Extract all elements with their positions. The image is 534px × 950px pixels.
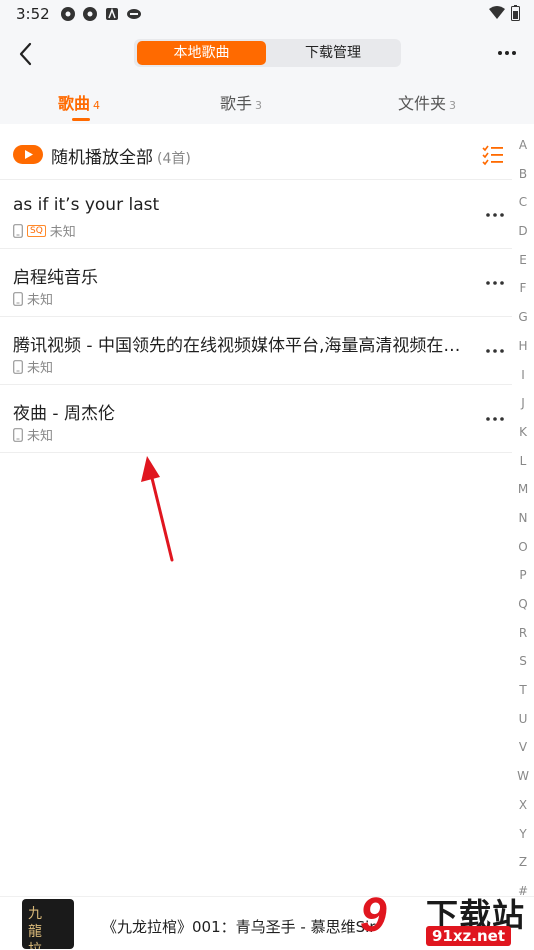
phone-icon [13, 291, 23, 306]
alphabet-index-letter[interactable]: A [512, 136, 534, 165]
song-meta: 未知 [13, 357, 53, 376]
segment-local-songs[interactable]: 本地歌曲 [137, 41, 266, 65]
status-time: 3:52 [16, 5, 50, 23]
shuffle-play-all-label: 随机播放全部 [51, 148, 153, 168]
tab-songs[interactable]: 歌曲 4 [58, 90, 100, 114]
now-playing-title: 《九龙拉棺》001：青乌圣手 - 慕思维Sir [102, 918, 376, 936]
alphabet-index-letter[interactable]: G [512, 308, 534, 337]
alphabet-index-letter[interactable]: N [512, 509, 534, 538]
song-more-icon[interactable] [484, 411, 506, 427]
alphabet-index-letter[interactable]: F [512, 279, 534, 308]
battery-icon [511, 5, 520, 21]
notification-icons [60, 6, 142, 22]
active-tab-indicator [72, 118, 90, 121]
song-title: as if it’s your last [13, 195, 160, 215]
alphabet-index-letter[interactable]: R [512, 624, 534, 653]
more-options-icon[interactable] [496, 42, 518, 64]
app-notification-icon [127, 9, 141, 19]
shuffle-play-all-button[interactable]: 随机播放全部 (4首) [51, 143, 191, 168]
song-total-count: (4首) [157, 151, 191, 167]
song-artist: 未知 [27, 361, 54, 376]
song-meta: 未知 [13, 425, 53, 444]
alphabet-index-letter[interactable]: E [512, 251, 534, 280]
phone-icon [13, 359, 23, 374]
alphabet-index-letter[interactable]: V [512, 738, 534, 767]
alphabet-index-letter[interactable]: X [512, 796, 534, 825]
segment-download-manager[interactable]: 下载管理 [268, 41, 398, 65]
tab-folders-label: 文件夹 [398, 94, 447, 113]
song-title: 启程纯音乐 [13, 268, 98, 288]
header: 本地歌曲 下载管理 歌曲 4 歌手 3 文件夹 3 [0, 28, 534, 124]
alphabet-index-letter[interactable]: I [512, 366, 534, 395]
play-icon[interactable] [13, 145, 43, 164]
back-arrow-icon[interactable] [14, 40, 38, 68]
album-cover[interactable]: 九龍拉棺 [22, 899, 74, 949]
song-row[interactable]: 腾讯视频 - 中国领先的在线视频媒体平台,海量高清视频在线观看 未知 [0, 317, 512, 385]
alphabet-index-letter[interactable]: C [512, 193, 534, 222]
tab-folders-count: 3 [449, 99, 457, 112]
status-bar: 3:52 [0, 0, 534, 28]
alphabet-index-letter[interactable]: J [512, 394, 534, 423]
alphabet-index-letter[interactable]: O [512, 538, 534, 567]
song-more-icon[interactable] [484, 275, 506, 291]
alphabet-index-letter[interactable]: K [512, 423, 534, 452]
song-title: 腾讯视频 - 中国领先的在线视频媒体平台,海量高清视频在线观看 [13, 336, 473, 356]
alphabet-index-letter[interactable]: P [512, 566, 534, 595]
alphabet-index-letter[interactable]: Q [512, 595, 534, 624]
alphabet-index-letter[interactable]: U [512, 710, 534, 739]
alphabet-index-letter[interactable]: B [512, 165, 534, 194]
alphabet-index-letter[interactable]: M [512, 480, 534, 509]
alphabet-index-letter[interactable]: H [512, 337, 534, 366]
watermark-domain: 91xz.net [426, 926, 512, 946]
song-meta: 未知 [13, 289, 53, 308]
cover-art-text: 九龍拉棺 [28, 906, 42, 949]
alphabet-index-letter[interactable]: Z [512, 853, 534, 882]
alphabet-index-letter[interactable]: T [512, 681, 534, 710]
shuffle-play-all-row: 随机播放全部 (4首) [0, 130, 512, 180]
tab-artists[interactable]: 歌手 3 [220, 90, 262, 114]
tab-folders[interactable]: 文件夹 3 [398, 90, 456, 114]
system-icons [489, 5, 520, 21]
red-arrow-annotation [141, 456, 174, 562]
app-notification-icon [61, 7, 75, 21]
site-watermark: 9 下载站 91xz.net [360, 884, 534, 950]
alphabet-index: A B C D E F G H I J K L M N O P Q R S T U V W X Y Z # [512, 136, 534, 911]
song-meta: SQ 未知 [13, 221, 76, 240]
alphabet-index-letter[interactable]: Y [512, 825, 534, 854]
tab-bar: 歌曲 4 歌手 3 文件夹 3 [0, 90, 534, 124]
song-artist: 未知 [27, 429, 54, 444]
sq-quality-badge: SQ [27, 224, 46, 237]
segment-control: 本地歌曲 下载管理 [134, 39, 401, 67]
app-notification-icon [83, 7, 97, 21]
tab-artists-count: 3 [255, 99, 263, 112]
song-row[interactable]: 夜曲 - 周杰伦 未知 [0, 385, 512, 453]
tab-songs-label: 歌曲 [58, 94, 91, 113]
tab-songs-count: 4 [93, 99, 101, 112]
song-title: 夜曲 - 周杰伦 [13, 404, 115, 424]
multi-select-list-icon[interactable] [482, 144, 504, 166]
app-notification-icon [106, 7, 118, 20]
alphabet-index-letter[interactable]: S [512, 652, 534, 681]
alphabet-index-letter[interactable]: D [512, 222, 534, 251]
song-more-icon[interactable] [484, 207, 506, 223]
tab-artists-label: 歌手 [220, 94, 253, 113]
alphabet-index-letter[interactable]: L [512, 452, 534, 481]
song-artist: 未知 [27, 293, 54, 308]
song-row[interactable]: as if it’s your last SQ 未知 [0, 181, 512, 249]
alphabet-index-letter[interactable]: W [512, 767, 534, 796]
wifi-icon [489, 6, 505, 19]
watermark-logo: 9 [360, 889, 387, 942]
song-artist: 未知 [49, 225, 76, 240]
song-row[interactable]: 启程纯音乐 未知 [0, 249, 512, 317]
phone-icon [13, 223, 23, 238]
phone-icon [13, 427, 23, 442]
song-more-icon[interactable] [484, 343, 506, 359]
